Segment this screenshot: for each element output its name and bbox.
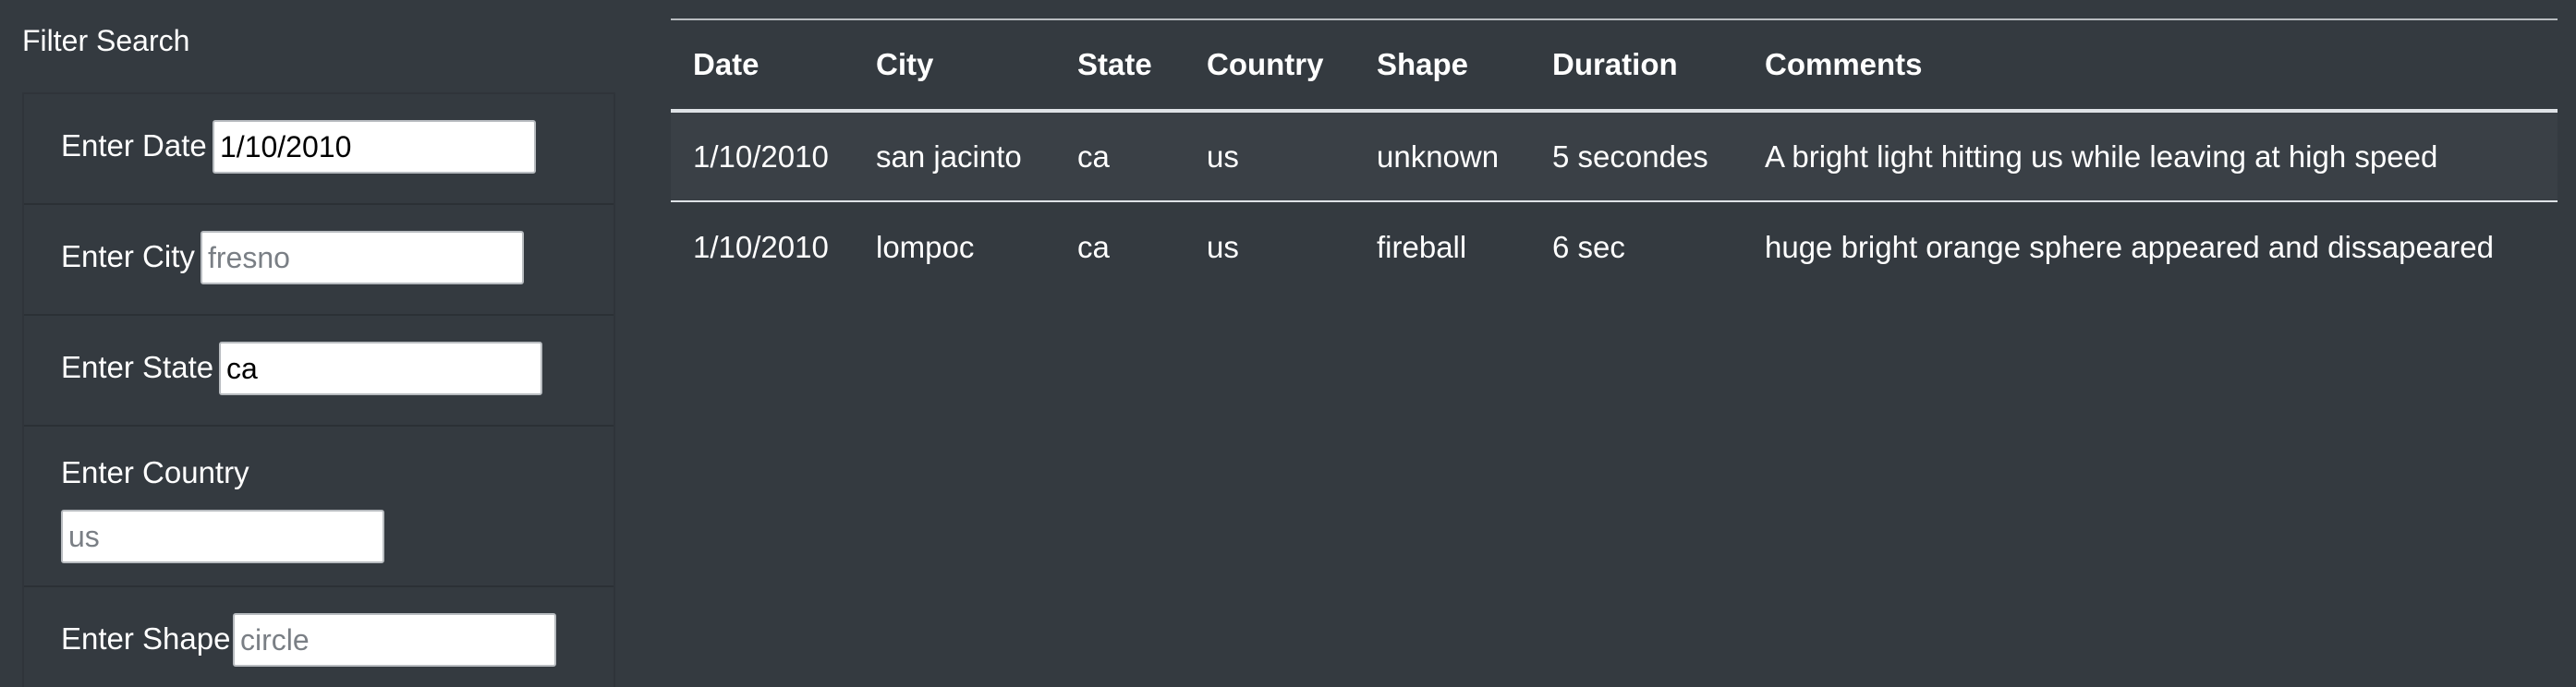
shape-label: Enter Shape [61, 621, 231, 656]
cell-country: us [1207, 229, 1239, 264]
column-header-country: Country [1207, 47, 1324, 81]
filter-item-country: Enter Country [24, 427, 614, 587]
ufo-sightings-page: Filter Search Enter Date Enter City Ente… [0, 0, 2576, 687]
column-header-comments: Comments [1765, 47, 1923, 81]
cell-state: ca [1077, 229, 1110, 264]
date-label: Enter Date [61, 128, 207, 163]
table-row: 1/10/2010 lompoc ca us fireball 6 sec hu… [671, 201, 2558, 292]
table-row: 1/10/2010 san jacinto ca us unknown 5 se… [671, 111, 2558, 201]
cell-date: 1/10/2010 [693, 229, 829, 264]
column-header-city: City [876, 47, 934, 81]
shape-input[interactable] [233, 613, 556, 667]
table-header-row: Date City State Country Shape Duration C… [671, 19, 2558, 111]
column-header-duration: Duration [1552, 47, 1678, 81]
cell-comments: huge bright orange sphere appeared and d… [1765, 229, 2494, 264]
cell-country: us [1207, 139, 1239, 174]
filter-item-state: Enter State [24, 316, 614, 427]
cell-date: 1/10/2010 [693, 139, 829, 174]
cell-city: lompoc [876, 229, 975, 264]
column-header-state: State [1077, 47, 1152, 81]
cell-duration: 5 secondes [1552, 139, 1708, 174]
filter-item-date: Enter Date [24, 94, 614, 205]
cell-state: ca [1077, 139, 1110, 174]
country-input[interactable] [61, 510, 384, 563]
filter-list: Enter Date Enter City Enter State Enter … [22, 92, 615, 687]
cell-duration: 6 sec [1552, 229, 1625, 264]
column-header-shape: Shape [1377, 47, 1469, 81]
cell-comments: A bright light hitting us while leaving … [1765, 139, 2438, 174]
cell-city: san jacinto [876, 139, 1022, 174]
filter-item-shape: Enter Shape [24, 587, 614, 687]
state-input[interactable] [219, 342, 542, 395]
column-header-date: Date [693, 47, 759, 81]
ufo-table: Date City State Country Shape Duration C… [671, 18, 2558, 292]
country-label: Enter Country [61, 455, 249, 489]
cell-shape: unknown [1377, 139, 1500, 174]
filter-item-city: Enter City [24, 205, 614, 316]
date-input[interactable] [213, 120, 536, 174]
state-label: Enter State [61, 350, 214, 384]
city-input[interactable] [200, 231, 524, 284]
cell-shape: fireball [1377, 229, 1467, 264]
city-label: Enter City [61, 239, 195, 273]
filter-search-title: Filter Search [22, 24, 190, 57]
table-body: 1/10/2010 san jacinto ca us unknown 5 se… [671, 111, 2558, 292]
table-header: Date City State Country Shape Duration C… [671, 19, 2558, 111]
